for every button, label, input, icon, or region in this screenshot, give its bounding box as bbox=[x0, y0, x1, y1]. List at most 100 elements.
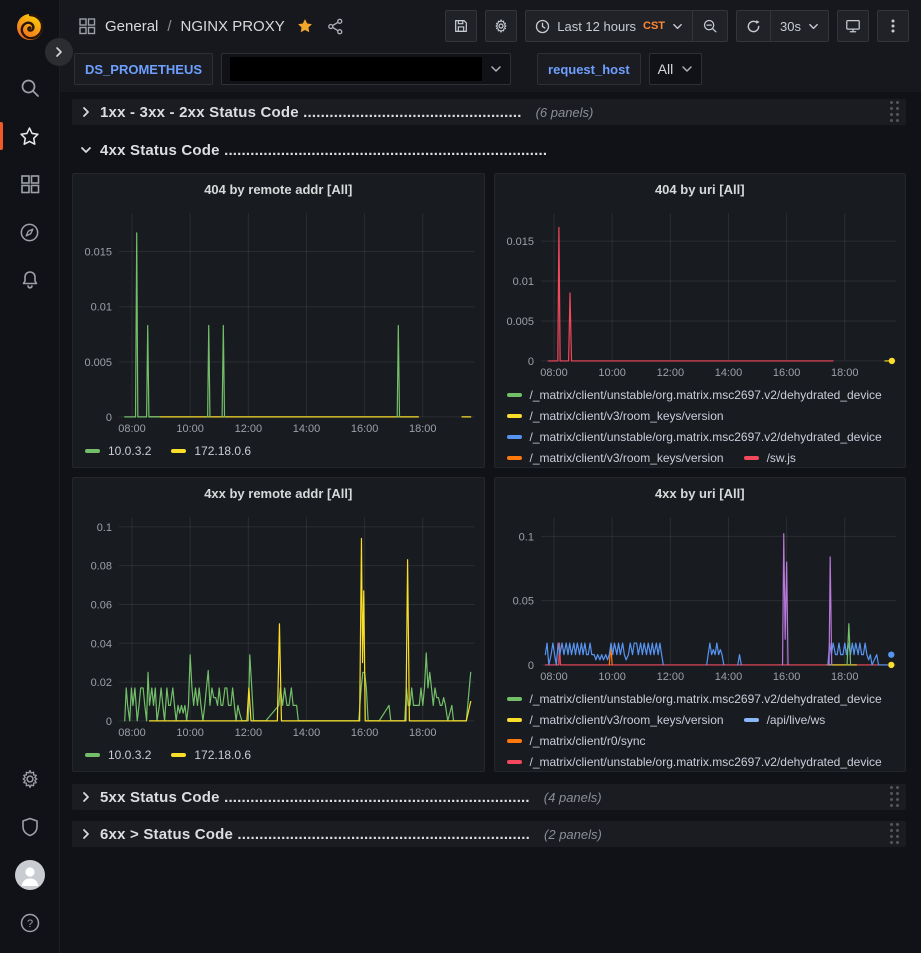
sidebar-item-profile[interactable] bbox=[0, 851, 60, 899]
variable-select-request-host[interactable]: All bbox=[649, 53, 703, 85]
refresh-controls: 30s bbox=[736, 10, 829, 42]
time-range-picker[interactable]: Last 12 hours CST bbox=[526, 11, 692, 41]
legend-label: 10.0.3.2 bbox=[108, 444, 151, 458]
gear-icon bbox=[19, 768, 41, 790]
legend-swatch bbox=[85, 449, 100, 453]
svg-text:0.1: 0.1 bbox=[97, 522, 112, 534]
svg-text:0: 0 bbox=[527, 356, 533, 368]
tv-mode-button[interactable] bbox=[837, 10, 869, 42]
legend-item[interactable]: /_matrix/client/unstable/org.matrix.msc2… bbox=[507, 751, 882, 771]
refresh-button[interactable] bbox=[737, 11, 770, 41]
dashboard-title[interactable]: NGINX PROXY bbox=[181, 18, 285, 35]
legend-item[interactable]: 172.18.0.6 bbox=[171, 440, 251, 461]
legend-item[interactable]: /_matrix/client/v3/room_keys/version bbox=[507, 709, 724, 730]
sidebar-item-server-admin[interactable] bbox=[0, 803, 60, 851]
save-dashboard-button[interactable] bbox=[445, 10, 477, 42]
variable-label-request-host[interactable]: request_host bbox=[537, 53, 641, 85]
timezone-label: CST bbox=[643, 20, 665, 32]
chevron-right-icon bbox=[80, 828, 92, 840]
svg-text:16:00: 16:00 bbox=[351, 423, 378, 435]
legend-item[interactable]: /_matrix/client/r0/sync bbox=[507, 730, 646, 751]
grafana-logo-icon[interactable] bbox=[11, 8, 49, 46]
panel-legend: 10.0.3.2 172.18.0.6 bbox=[73, 742, 484, 771]
panel-title[interactable]: 4xx by remote addr [All] bbox=[73, 478, 484, 509]
sidebar-item-search[interactable] bbox=[0, 64, 60, 112]
legend-label: /_matrix/client/v3/room_keys/version bbox=[530, 409, 724, 423]
panel-title[interactable]: 4xx by uri [All] bbox=[495, 478, 906, 509]
time-series-plot[interactable]: 08:0010:0012:0014:0016:0018:0000.0050.01… bbox=[73, 205, 484, 438]
row-panel-count: (6 panels) bbox=[536, 105, 594, 120]
legend-item[interactable]: /_matrix/client/unstable/org.matrix.msc2… bbox=[507, 426, 882, 447]
svg-text:0.08: 0.08 bbox=[91, 561, 112, 573]
save-icon bbox=[453, 18, 469, 34]
legend-swatch bbox=[507, 739, 522, 743]
svg-text:10:00: 10:00 bbox=[176, 423, 203, 435]
svg-text:0.04: 0.04 bbox=[91, 638, 112, 650]
sidebar-item-dashboards[interactable] bbox=[0, 160, 60, 208]
row-header-4xx[interactable]: 4xx Status Code ........................… bbox=[72, 137, 906, 163]
row-header-5xx[interactable]: 5xx Status Code ........................… bbox=[72, 784, 906, 810]
sidebar-item-explore[interactable] bbox=[0, 208, 60, 256]
legend-item[interactable]: /_matrix/client/unstable/org.matrix.msc2… bbox=[507, 384, 882, 405]
row-drag-handle[interactable] bbox=[890, 786, 900, 808]
svg-text:10:00: 10:00 bbox=[176, 727, 203, 739]
gear-icon bbox=[493, 18, 509, 34]
variable-select-ds-prometheus[interactable] bbox=[221, 53, 511, 85]
legend-item[interactable]: /_matrix/client/v3/room_keys/version bbox=[507, 405, 724, 426]
variable-label-ds-prometheus[interactable]: DS_PROMETHEUS bbox=[74, 53, 213, 85]
legend-item[interactable]: /_matrix/client/unstable/org.matrix.msc2… bbox=[507, 688, 882, 709]
svg-text:10:00: 10:00 bbox=[598, 671, 625, 683]
row-drag-handle[interactable] bbox=[890, 823, 900, 845]
svg-text:18:00: 18:00 bbox=[831, 367, 858, 379]
more-options-button[interactable] bbox=[877, 10, 909, 42]
svg-text:12:00: 12:00 bbox=[656, 671, 683, 683]
refresh-interval-label: 30s bbox=[780, 19, 801, 34]
share-icon[interactable] bbox=[327, 18, 344, 35]
legend-item[interactable]: 10.0.3.2 bbox=[85, 744, 151, 765]
svg-text:14:00: 14:00 bbox=[293, 423, 320, 435]
panel-404-by-remote-addr: 404 by remote addr [All] 08:0010:0012:00… bbox=[72, 173, 485, 468]
row-header-1xx-3xx-2xx[interactable]: 1xx - 3xx - 2xx Status Code ............… bbox=[72, 99, 906, 125]
legend-label: /_matrix/client/unstable/org.matrix.msc2… bbox=[530, 388, 882, 402]
legend-item[interactable]: /_matrix/client/v3/room_keys/version bbox=[507, 447, 724, 467]
row-drag-handle[interactable] bbox=[890, 101, 900, 123]
legend-item[interactable]: /sw.js bbox=[744, 447, 796, 467]
panel-title[interactable]: 404 by remote addr [All] bbox=[73, 174, 484, 205]
time-series-plot[interactable]: 08:0010:0012:0014:0016:0018:0000.050.1 bbox=[495, 509, 906, 686]
legend-item[interactable]: /api/live/ws bbox=[744, 709, 826, 730]
apps-grid-icon bbox=[19, 173, 41, 195]
svg-text:0: 0 bbox=[106, 412, 112, 424]
time-series-plot[interactable]: 08:0010:0012:0014:0016:0018:0000.020.040… bbox=[73, 509, 484, 742]
panel-404-by-uri: 404 by uri [All] 08:0010:0012:0014:0016:… bbox=[494, 173, 907, 468]
favorite-star-icon[interactable] bbox=[296, 17, 314, 35]
sidebar-item-starred[interactable] bbox=[0, 112, 60, 160]
breadcrumb-folder[interactable]: General bbox=[105, 18, 158, 35]
legend-label: 10.0.3.2 bbox=[108, 748, 151, 762]
legend-label: 172.18.0.6 bbox=[194, 444, 251, 458]
sidebar-item-help[interactable]: ? bbox=[0, 899, 60, 947]
time-series-plot[interactable]: 08:0010:0012:0014:0016:0018:0000.0050.01… bbox=[495, 205, 906, 382]
legend-label: /_matrix/client/unstable/org.matrix.msc2… bbox=[530, 692, 882, 706]
refresh-interval-picker[interactable]: 30s bbox=[770, 11, 828, 41]
sidebar-expand-button[interactable] bbox=[45, 38, 73, 66]
main-area: General / NGINX PROXY bbox=[60, 0, 921, 953]
variable-value: All bbox=[658, 61, 674, 77]
row-header-6xx[interactable]: 6xx > Status Code ......................… bbox=[72, 821, 906, 847]
legend-item[interactable]: 10.0.3.2 bbox=[85, 440, 151, 461]
dashboard-settings-button[interactable] bbox=[485, 10, 517, 42]
sidebar-item-alerting[interactable] bbox=[0, 256, 60, 304]
sidebar: ? bbox=[0, 0, 60, 953]
row-title: 6xx > Status Code ......................… bbox=[100, 826, 530, 843]
legend-item[interactable]: 172.18.0.6 bbox=[171, 744, 251, 765]
legend-label: /_matrix/client/v3/room_keys/version bbox=[530, 713, 724, 727]
zoom-out-time-button[interactable] bbox=[692, 11, 727, 41]
svg-text:0: 0 bbox=[527, 660, 533, 672]
svg-text:08:00: 08:00 bbox=[118, 727, 145, 739]
svg-text:0.01: 0.01 bbox=[91, 302, 112, 314]
panel-title[interactable]: 404 by uri [All] bbox=[495, 174, 906, 205]
svg-text:0.005: 0.005 bbox=[84, 357, 111, 369]
svg-text:10:00: 10:00 bbox=[598, 367, 625, 379]
sidebar-item-configuration[interactable] bbox=[0, 755, 60, 803]
chevron-down-icon bbox=[808, 21, 819, 32]
dashboard-grid-icon bbox=[78, 17, 96, 35]
